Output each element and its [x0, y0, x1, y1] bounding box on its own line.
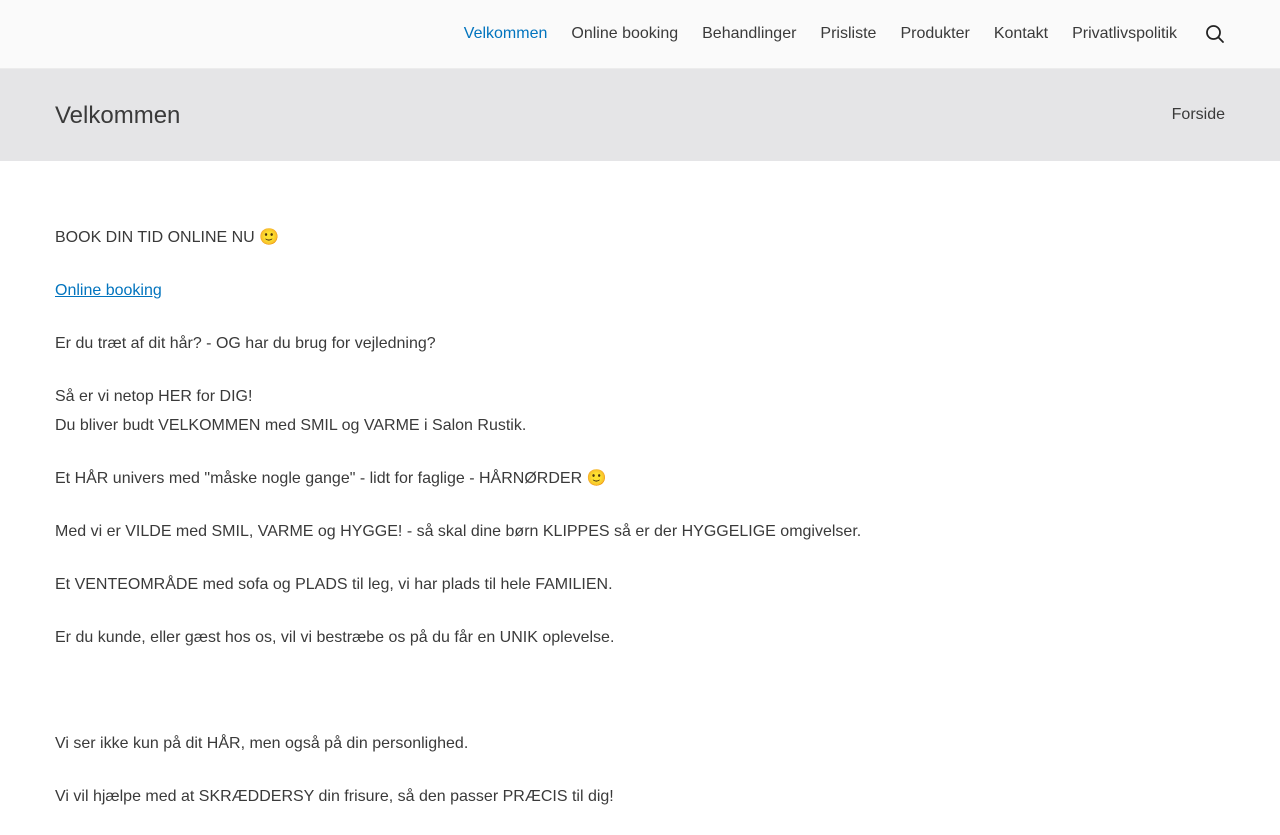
- paragraph-5: Et VENTEOMRÅDE med sofa og PLADS til leg…: [55, 576, 613, 593]
- paragraph-1: Er du træt af dit hår? - OG har du brug …: [55, 335, 436, 352]
- nav-item-prisliste[interactable]: Prisliste: [820, 0, 876, 68]
- nav-item-produkter[interactable]: Produkter: [900, 0, 969, 68]
- empty-paragraph: [55, 676, 1225, 705]
- main-nav: Velkommen Online booking Behandlinger Pr…: [464, 0, 1177, 68]
- search-button[interactable]: [1205, 24, 1225, 44]
- search-icon: [1206, 25, 1224, 43]
- page-title-bar: Velkommen Forside: [0, 69, 1280, 161]
- nav-item-velkommen[interactable]: Velkommen: [464, 0, 548, 68]
- nav-item-online-booking[interactable]: Online booking: [571, 0, 678, 68]
- page-title: Velkommen: [55, 102, 181, 129]
- breadcrumb-home[interactable]: Forside: [1172, 105, 1225, 125]
- site-header: Velkommen Online booking Behandlinger Pr…: [0, 0, 1280, 69]
- paragraph-2-line-1: Så er vi netop HER for DIG!: [55, 388, 253, 405]
- main-content: BOOK DIN TID ONLINE NU 🙂 Online booking …: [55, 223, 1225, 835]
- paragraph-3: Et HÅR univers med "måske nogle gange" -…: [55, 470, 607, 487]
- paragraph-8: Vi vil hjælpe med at SKRÆDDERSY din fris…: [55, 788, 614, 805]
- booking-link-paragraph: Online booking: [55, 276, 1225, 305]
- paragraph-2: Så er vi netop HER for DIG! Du bliver bu…: [55, 382, 1225, 440]
- paragraph-7: Vi ser ikke kun på dit HÅR, men også på …: [55, 735, 469, 752]
- paragraph-2-line-2: Du bliver budt VELKOMMEN med SMIL og VAR…: [55, 417, 527, 434]
- online-booking-link[interactable]: Online booking: [55, 282, 162, 299]
- paragraph-4: Med vi er VILDE med SMIL, VARME og HYGGE…: [55, 523, 862, 540]
- nav-item-privatlivspolitik[interactable]: Privatlivspolitik: [1072, 0, 1177, 68]
- paragraph-6: Er du kunde, eller gæst hos os, vil vi b…: [55, 629, 615, 646]
- book-online-text: BOOK DIN TID ONLINE NU 🙂: [55, 229, 280, 246]
- nav-item-kontakt[interactable]: Kontakt: [994, 0, 1048, 68]
- nav-item-behandlinger[interactable]: Behandlinger: [702, 0, 796, 68]
